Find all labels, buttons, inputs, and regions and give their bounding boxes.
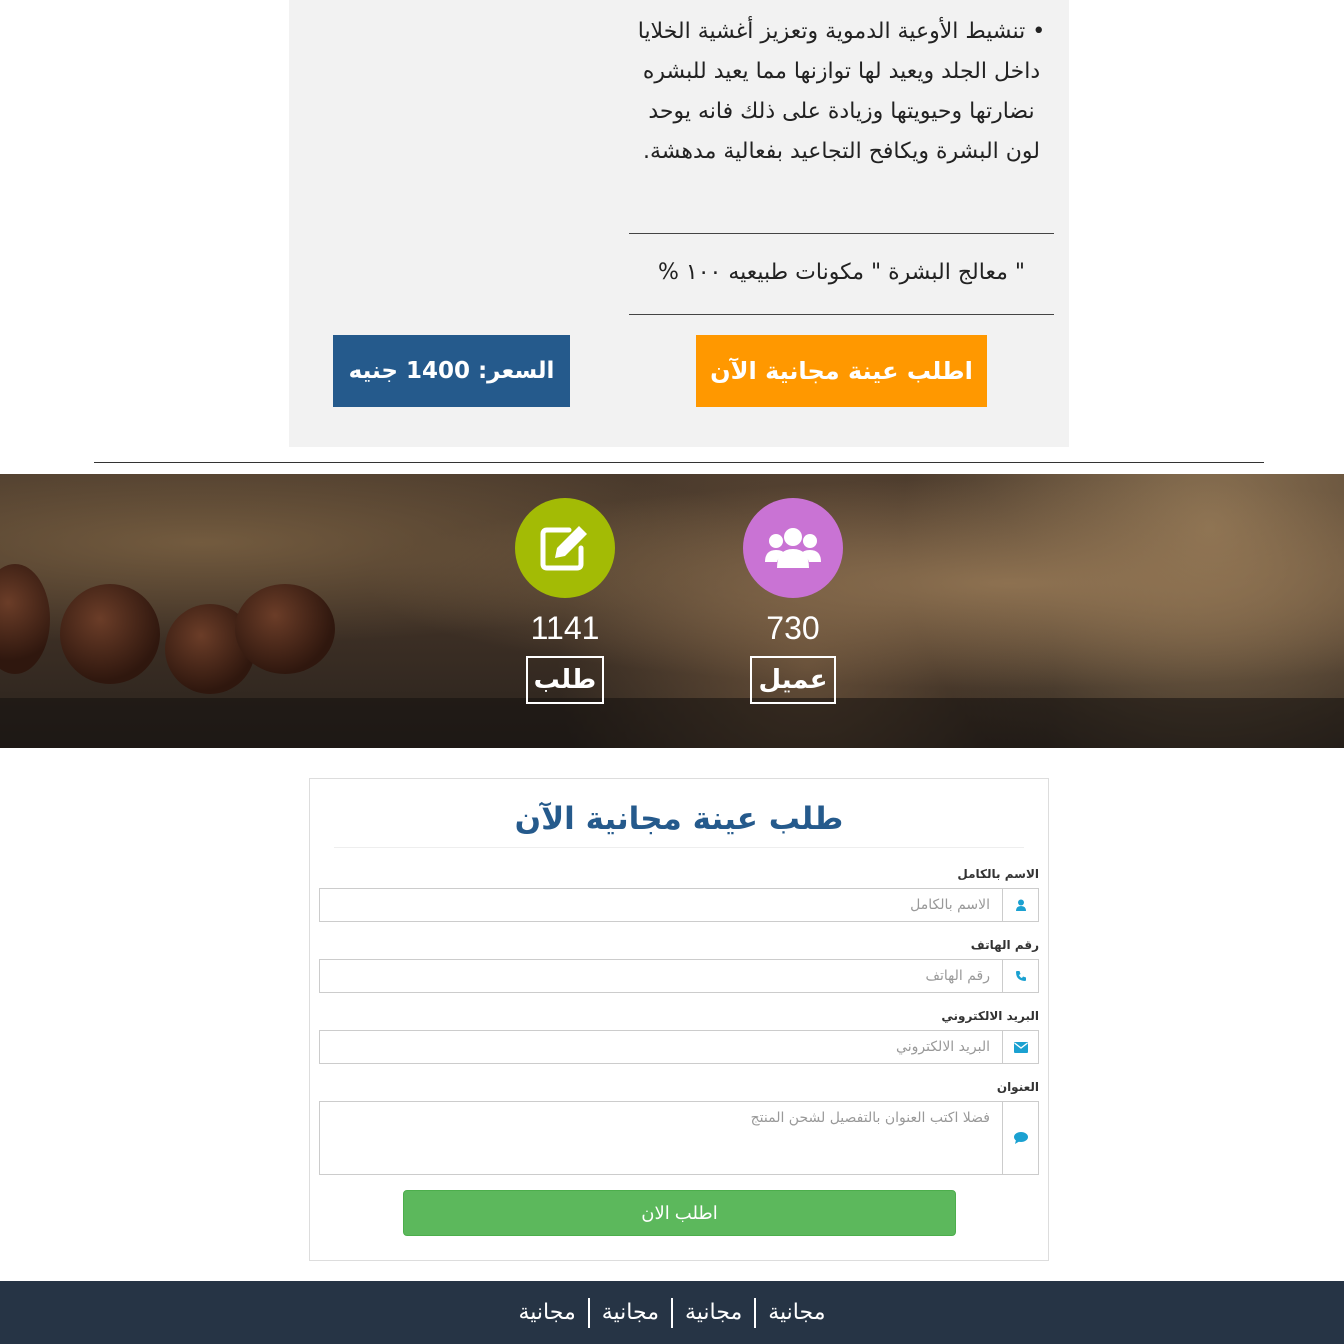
footer-item[interactable]: مجانية — [590, 1297, 673, 1328]
footer-item[interactable]: مجانية — [507, 1297, 590, 1328]
email-label: البريد الالكتروني — [941, 1009, 1039, 1023]
footer-item[interactable]: مجانية — [756, 1298, 837, 1328]
order-form: طلب عينة مجانية الآن الاسم بالكامل الاسم… — [309, 778, 1049, 1261]
product-description: • تنشيط الأوعية الدموية وتعزيز أغشية الخ… — [637, 19, 1046, 164]
submit-order-button[interactable]: اطلب الان — [403, 1190, 956, 1236]
phone-input[interactable]: رقم الهاتف — [319, 959, 1002, 993]
clients-label: عميل — [750, 656, 836, 704]
product-tagline: " معالج البشرة " مكونات طبيعيه ١٠٠ % — [658, 260, 1025, 285]
price-badge: السعر: 1400 جنيه — [333, 335, 570, 407]
background-decoration — [235, 584, 335, 674]
footer: مجانية مجانية مجانية مجانية — [0, 1281, 1344, 1344]
phone-icon — [1002, 959, 1039, 993]
email-input[interactable]: البريد الالكتروني — [319, 1030, 1002, 1064]
stats-section: 730 عميل 1141 طلب — [0, 474, 1344, 748]
background-decoration — [0, 564, 50, 674]
edit-icon — [515, 498, 615, 598]
divider-line — [629, 314, 1054, 315]
envelope-icon — [1002, 1030, 1039, 1064]
email-group: البريد الالكتروني — [319, 1030, 1039, 1064]
request-free-sample-button[interactable]: اطلب عينة مجانية الآن — [696, 335, 987, 407]
clients-count: 730 — [766, 610, 820, 646]
orders-count: 1141 — [530, 610, 600, 646]
stat-clients: 730 عميل — [723, 474, 863, 704]
address-label: العنوان — [996, 1080, 1039, 1094]
full-name-group: الاسم بالكامل — [319, 888, 1039, 922]
users-icon — [743, 498, 843, 598]
section-divider — [94, 462, 1264, 463]
orders-label: طلب — [525, 656, 605, 704]
divider-line — [629, 233, 1054, 234]
background-shade — [0, 698, 1344, 748]
phone-group: رقم الهاتف — [319, 959, 1039, 993]
footer-item[interactable]: مجانية — [673, 1297, 757, 1328]
phone-label: رقم الهاتف — [970, 938, 1039, 952]
full-name-input[interactable]: الاسم بالكامل — [319, 888, 1002, 922]
stat-orders: 1141 طلب — [495, 474, 635, 704]
address-group: فضلا اكتب العنوان بالتفصيل لشحن المنتج — [319, 1101, 1039, 1175]
full-name-label: الاسم بالكامل — [957, 867, 1039, 881]
product-card: • تنشيط الأوعية الدموية وتعزيز أغشية الخ… — [289, 0, 1069, 447]
comment-icon — [1002, 1101, 1039, 1175]
user-icon — [1002, 888, 1039, 922]
background-decoration — [60, 584, 160, 684]
address-textarea[interactable]: فضلا اكتب العنوان بالتفصيل لشحن المنتج — [319, 1101, 1002, 1175]
form-title: طلب عينة مجانية الآن — [334, 801, 1024, 848]
